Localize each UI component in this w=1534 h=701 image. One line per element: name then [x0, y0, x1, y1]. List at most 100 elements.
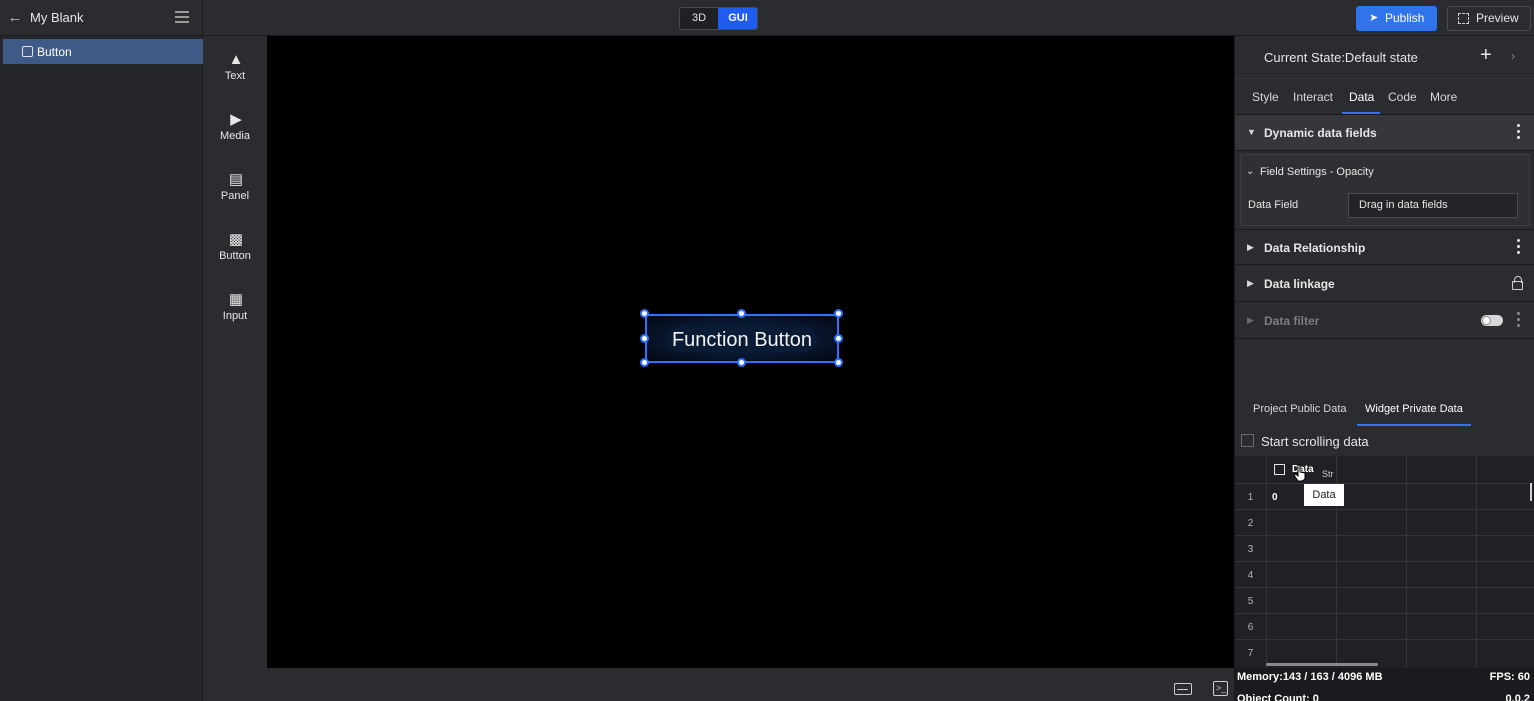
publish-button[interactable]: ➤ Publish [1356, 6, 1437, 31]
chevron-right-icon[interactable]: › [1511, 49, 1515, 63]
tab-style[interactable]: Style [1252, 90, 1279, 104]
mode-gui-button[interactable]: GUI [718, 8, 757, 29]
text-icon: ▲ [228, 51, 244, 68]
more-vertical-icon[interactable] [1517, 312, 1521, 328]
row-number: 3 [1247, 544, 1254, 555]
vertical-scrollbar[interactable] [1530, 483, 1532, 501]
input-icon: ▦ [228, 291, 244, 308]
section-data-filter[interactable]: ▶ Data filter [1235, 303, 1534, 339]
tab-widget-private-data[interactable]: Widget Private Data [1365, 403, 1463, 415]
top-bar: ← My Blank 3D GUI ➤ Publish Preview [0, 0, 1534, 36]
tab-data[interactable]: Data [1349, 90, 1374, 104]
palette-label: Text [224, 70, 246, 82]
active-tab-indicator [1342, 112, 1380, 114]
palette-item-input[interactable]: ▦ Input [203, 292, 267, 346]
grid-line [1235, 613, 1534, 614]
resize-handle-e[interactable] [834, 334, 843, 343]
resize-handle-n[interactable] [737, 309, 746, 318]
section-title: Data linkage [1264, 277, 1335, 291]
resize-handle-nw[interactable] [640, 309, 649, 318]
keyboard-icon[interactable] [1174, 683, 1192, 695]
section-data-linkage[interactable]: ▶ Data linkage [1235, 266, 1534, 302]
status-bar: >_ [267, 668, 1234, 701]
more-vertical-icon[interactable] [1517, 124, 1521, 140]
version-label: 0.0.2 [1505, 693, 1530, 701]
function-button-widget[interactable]: Function Button [640, 309, 843, 367]
section-title: Dynamic data fields [1264, 126, 1377, 140]
section-data-relationship[interactable]: ▶ Data Relationship [1235, 229, 1534, 265]
object-count: Object Count: 0 [1237, 693, 1319, 701]
component-palette: ▲ Text ▶ Media ▤ Panel ▩ Button ▦ Input [203, 36, 267, 701]
tab-code[interactable]: Code [1388, 90, 1417, 104]
hamburger-menu-icon[interactable] [175, 11, 189, 23]
current-state-title: Current State:Default state [1264, 50, 1418, 65]
layer-item-button[interactable]: Button [3, 39, 203, 64]
section-dynamic-data-fields[interactable]: ▼ Dynamic data fields [1235, 115, 1534, 151]
resize-handle-ne[interactable] [834, 309, 843, 318]
more-vertical-icon[interactable] [1517, 239, 1521, 255]
add-state-icon[interactable]: + [1480, 44, 1492, 67]
caret-down-icon: ▼ [1247, 127, 1256, 137]
performance-bar: Memory:143 / 163 / 4096 MB FPS: 60 Objec… [1234, 668, 1534, 701]
row-number: 2 [1247, 518, 1254, 529]
grid-line [1235, 587, 1534, 588]
tab-interact[interactable]: Interact [1293, 90, 1333, 104]
scrolling-data-label: Start scrolling data [1261, 434, 1369, 449]
function-button-label: Function Button [671, 329, 813, 351]
scrolling-data-checkbox[interactable] [1241, 434, 1254, 447]
palette-item-button[interactable]: ▩ Button [203, 232, 267, 286]
preview-button[interactable]: Preview [1447, 6, 1531, 31]
data-field-dropzone[interactable]: Drag in data fields [1348, 193, 1518, 218]
tooltip: Data [1304, 484, 1344, 506]
palette-item-text[interactable]: ▲ Text [203, 52, 267, 106]
media-icon: ▶ [230, 111, 242, 128]
palette-label: Button [219, 250, 251, 262]
field-settings-title: Field Settings - Opacity [1260, 166, 1374, 178]
palette-label: Input [222, 310, 248, 322]
grid-line [1235, 561, 1534, 562]
button-icon: ▩ [228, 231, 244, 248]
properties-tabs: Style Interact Data Code More [1235, 78, 1534, 115]
row-number: 7 [1247, 648, 1254, 659]
column-select-checkbox[interactable] [1274, 464, 1285, 475]
terminal-icon[interactable]: >_ [1213, 681, 1228, 696]
data-grid[interactable]: Data Str 1 2 3 4 5 6 7 0 Data [1235, 456, 1534, 668]
chevron-down-icon[interactable]: ⌄ [1246, 166, 1254, 177]
resize-handle-sw[interactable] [640, 358, 649, 367]
back-arrow-icon[interactable]: ← [6, 9, 24, 27]
filter-toggle[interactable] [1481, 315, 1503, 326]
active-tab-indicator [1357, 424, 1471, 426]
layers-panel: Button [0, 36, 203, 701]
fps-readout: FPS: 60 [1489, 671, 1530, 683]
grid-line [1476, 456, 1477, 668]
lock-icon[interactable] [1512, 276, 1523, 290]
divider [202, 0, 203, 36]
palette-item-panel[interactable]: ▤ Panel [203, 172, 267, 226]
grid-line [1235, 535, 1534, 536]
panel-icon: ▤ [228, 171, 244, 188]
tab-project-public-data[interactable]: Project Public Data [1253, 403, 1347, 415]
tab-more[interactable]: More [1430, 90, 1457, 104]
column-type-label: Str [1322, 469, 1334, 479]
grid-line [1235, 483, 1534, 484]
row-number: 5 [1247, 596, 1254, 607]
palette-label: Panel [220, 190, 250, 202]
field-settings-box: ⌄ Field Settings - Opacity Data Field Dr… [1240, 154, 1530, 226]
send-icon: ➤ [1369, 12, 1379, 24]
caret-right-icon: ▶ [1247, 278, 1254, 288]
palette-item-media[interactable]: ▶ Media [203, 112, 267, 166]
preview-label: Preview [1476, 11, 1519, 25]
design-canvas[interactable]: Function Button [267, 36, 1234, 668]
hand-cursor-icon [1293, 464, 1306, 482]
resize-handle-w[interactable] [640, 334, 649, 343]
fullscreen-icon [1458, 13, 1469, 24]
row-number: 4 [1247, 570, 1254, 581]
palette-label: Media [220, 130, 250, 142]
horizontal-scrollbar[interactable] [1266, 663, 1378, 666]
project-title: My Blank [30, 10, 84, 25]
mode-3d-button[interactable]: 3D [680, 8, 718, 29]
resize-handle-s[interactable] [737, 358, 746, 367]
resize-handle-se[interactable] [834, 358, 843, 367]
grid-line [1235, 639, 1534, 640]
grid-cell[interactable]: 0 [1272, 492, 1278, 503]
